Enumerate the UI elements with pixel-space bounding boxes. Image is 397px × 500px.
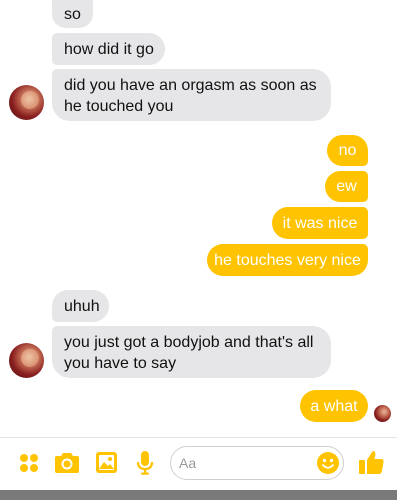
message-text: so bbox=[64, 6, 81, 23]
thumbs-up-icon[interactable] bbox=[359, 450, 384, 475]
seen-avatar bbox=[374, 405, 391, 422]
emoji-icon[interactable] bbox=[317, 452, 339, 474]
avatar[interactable] bbox=[9, 85, 44, 120]
message-outgoing[interactable]: a what bbox=[300, 390, 368, 422]
message-incoming[interactable]: how did it go bbox=[52, 33, 165, 65]
message-text: uhuh bbox=[64, 298, 100, 315]
message-text: you have to say bbox=[64, 355, 177, 372]
message-text: he touches very nice bbox=[214, 252, 361, 269]
message-text: did you have an orgasm as soon as bbox=[64, 77, 317, 94]
message-incoming[interactable]: so bbox=[52, 0, 93, 28]
bottom-edge bbox=[0, 490, 397, 500]
message-incoming[interactable]: uhuh bbox=[52, 290, 109, 322]
message-text: a what bbox=[310, 398, 358, 415]
message-outgoing[interactable]: ew bbox=[325, 171, 368, 202]
message-outgoing[interactable]: he touches very nice bbox=[207, 244, 368, 276]
message-text: it was nice bbox=[282, 215, 358, 232]
message-text: no bbox=[338, 142, 357, 159]
message-input-placeholder: Aa bbox=[179, 455, 197, 471]
gallery-icon[interactable] bbox=[96, 452, 117, 473]
message-text: you just got a bodyjob and that's all bbox=[64, 334, 314, 351]
message-text: how did it go bbox=[64, 41, 154, 58]
camera-icon[interactable] bbox=[55, 452, 79, 473]
message-incoming[interactable]: you just got a bodyjob and that's all yo… bbox=[52, 326, 331, 378]
message-outgoing[interactable]: it was nice bbox=[272, 207, 368, 239]
message-incoming[interactable]: did you have an orgasm as soon as he tou… bbox=[52, 69, 331, 121]
microphone-icon[interactable] bbox=[136, 451, 154, 475]
message-text: he touched you bbox=[64, 98, 174, 115]
message-outgoing[interactable]: no bbox=[327, 135, 368, 166]
more-apps-icon[interactable] bbox=[19, 453, 39, 473]
message-text: ew bbox=[336, 178, 357, 195]
avatar[interactable] bbox=[9, 343, 44, 378]
